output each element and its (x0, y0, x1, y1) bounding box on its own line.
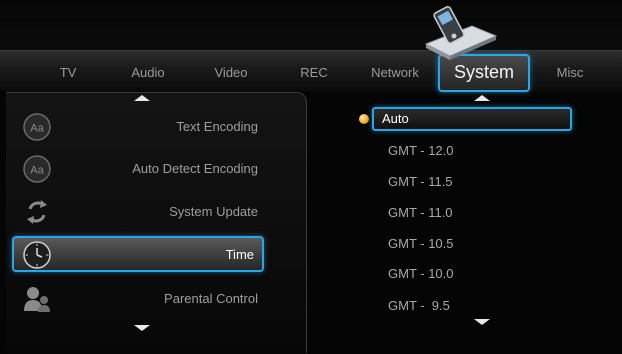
option-item[interactable]: GMT - 10.0 (388, 266, 454, 281)
menu-item-parental-control[interactable]: Parental Control (12, 280, 264, 318)
media-player-device-icon (424, 6, 498, 60)
option-item[interactable]: GMT - 11.5 (388, 174, 453, 189)
option-auto[interactable]: Auto (372, 107, 572, 131)
tab-video[interactable]: Video (214, 65, 247, 80)
menu-item-auto-detect-encoding[interactable]: Aa Auto Detect Encoding (12, 150, 264, 188)
parental-control-icon (24, 287, 50, 312)
menu-item-label: Parental Control (164, 291, 258, 306)
menu-item-label: Text Encoding (176, 119, 258, 134)
selected-option-bullet (359, 114, 369, 124)
tab-audio[interactable]: Audio (131, 65, 164, 80)
options-scroll-down-arrow[interactable] (474, 319, 490, 325)
option-item[interactable]: GMT - 9.5 (388, 298, 450, 313)
top-bar (0, 0, 622, 52)
menu-item-text-encoding[interactable]: Aa Text Encoding (12, 108, 264, 146)
menu-scroll-down-arrow[interactable] (134, 325, 150, 331)
option-item[interactable]: GMT - 12.0 (388, 143, 454, 158)
menu-item-label: System Update (169, 204, 258, 219)
tab-rec[interactable]: REC (300, 65, 327, 80)
menu-item-time[interactable]: Time (12, 236, 264, 272)
option-item[interactable]: GMT - 11.0 (388, 205, 453, 220)
text-encoding-glyph: Aa (30, 123, 44, 135)
menu-scroll-up-arrow[interactable] (134, 95, 150, 101)
menu-item-label: Time (225, 247, 254, 262)
tab-tv[interactable]: TV (60, 65, 77, 80)
menu-item-system-update[interactable]: System Update (12, 193, 264, 231)
text-encoding-icon: Aa (23, 113, 51, 141)
auto-detect-encoding-icon: Aa (23, 155, 51, 183)
options-scroll-up-arrow[interactable] (474, 95, 490, 101)
tab-network[interactable]: Network (371, 65, 419, 80)
tab-bar: TV Audio Video REC Network System Misc (0, 50, 622, 92)
tab-misc[interactable]: Misc (557, 65, 584, 80)
clock-icon (23, 241, 51, 269)
auto-detect-glyph: Aa (30, 165, 44, 177)
menu-item-label: Auto Detect Encoding (132, 161, 258, 176)
option-item[interactable]: GMT - 10.5 (388, 236, 454, 251)
system-update-icon (27, 200, 47, 224)
